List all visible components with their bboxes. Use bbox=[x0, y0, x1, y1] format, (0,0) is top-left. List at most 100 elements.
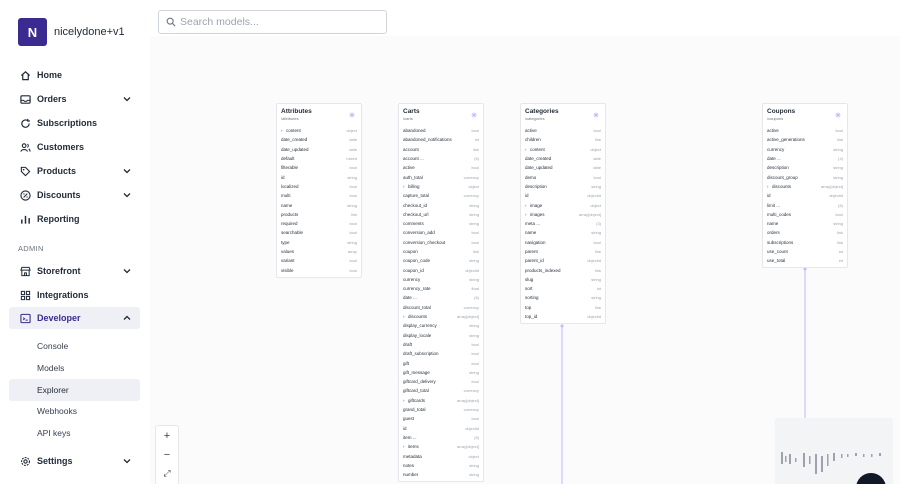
nav-orders[interactable]: Orders bbox=[9, 88, 140, 110]
field-row: multi bool bbox=[281, 191, 357, 200]
field-type: bool bbox=[349, 221, 357, 227]
field-name: name bbox=[281, 202, 293, 208]
field-name: abandoned_notifications bbox=[403, 137, 452, 143]
field-row[interactable]: › content object bbox=[281, 126, 357, 135]
field-row: account link bbox=[403, 145, 479, 154]
field-type: currency bbox=[463, 193, 479, 199]
field-name: name bbox=[767, 221, 779, 227]
model-path: /categories bbox=[525, 116, 545, 121]
subnav-api-keys[interactable]: API keys bbox=[9, 422, 140, 444]
field-type: string bbox=[469, 332, 479, 338]
subnav-console[interactable]: Console bbox=[9, 335, 140, 357]
field-row[interactable]: › giftcards array[object] bbox=[403, 396, 479, 405]
field-type: link bbox=[350, 211, 357, 217]
field-row[interactable]: › content object bbox=[525, 145, 601, 154]
field-name: coupon bbox=[403, 249, 418, 254]
field-name: date_created bbox=[525, 156, 552, 162]
field-row[interactable]: › discounts array[object] bbox=[403, 312, 479, 321]
nav-storefront[interactable]: Storefront bbox=[9, 260, 140, 282]
nav-home[interactable]: Home bbox=[9, 64, 140, 86]
home-icon bbox=[19, 69, 32, 82]
subnav-models[interactable]: Models bbox=[9, 357, 140, 379]
field-type: (6) bbox=[474, 295, 479, 301]
fit-view-button[interactable]: ⤢ bbox=[156, 464, 178, 483]
field-type: int bbox=[474, 137, 479, 143]
field-row[interactable]: › images array[object] bbox=[525, 210, 601, 219]
relations-icon[interactable] bbox=[835, 112, 841, 118]
model-explorer-canvas[interactable]: Attributes/attributes › content object date_… bbox=[150, 36, 900, 484]
relations-icon[interactable] bbox=[471, 112, 477, 118]
model-header: Carts/carts bbox=[403, 108, 479, 126]
field-row: demo bool bbox=[525, 172, 601, 181]
field-type: bool bbox=[471, 230, 479, 236]
nav-settings[interactable]: Settings bbox=[9, 450, 140, 472]
field-type: object bbox=[590, 202, 601, 208]
model-card-attributes[interactable]: Attributes/attributes › content object date_… bbox=[276, 103, 362, 278]
nav-discounts[interactable]: Discounts bbox=[9, 184, 140, 206]
field-row: currency_rate float bbox=[403, 284, 479, 293]
field-row: use_count int bbox=[767, 247, 843, 256]
field-name: discount_group bbox=[767, 174, 798, 180]
field-row: navigation bool bbox=[525, 238, 601, 247]
relations-icon[interactable] bbox=[593, 112, 599, 118]
field-name: checkout_url bbox=[403, 211, 429, 217]
nav-products[interactable]: Products bbox=[9, 160, 140, 182]
field-row: checkout_url string bbox=[403, 210, 479, 219]
field-type: bool bbox=[593, 239, 601, 245]
relations-icon[interactable] bbox=[349, 112, 355, 118]
field-name: currency bbox=[767, 146, 785, 152]
field-name: use_count bbox=[767, 249, 788, 254]
field-name: gift bbox=[403, 360, 410, 366]
field-row: comments string bbox=[403, 219, 479, 228]
field-row: top link bbox=[525, 303, 601, 312]
nav-customers[interactable]: Customers bbox=[9, 136, 140, 158]
field-row[interactable]: › billing object bbox=[403, 182, 479, 191]
field-row[interactable]: › items array[object] bbox=[403, 442, 479, 451]
search-input[interactable] bbox=[180, 16, 370, 28]
field-name: active bbox=[767, 128, 779, 134]
field-type: string bbox=[469, 276, 479, 282]
discount-icon bbox=[19, 189, 32, 202]
field-type: date bbox=[349, 146, 357, 152]
chevron-down-icon bbox=[123, 269, 131, 274]
field-row: currency string bbox=[403, 275, 479, 284]
nav-reporting[interactable]: Reporting bbox=[9, 208, 140, 230]
field-type: int bbox=[838, 258, 843, 264]
model-card-carts[interactable]: Carts/carts abandoned bool abandoned_notifi… bbox=[398, 103, 484, 483]
field-type: (5) bbox=[474, 156, 479, 162]
nav-subscriptions[interactable]: Subscriptions bbox=[9, 112, 140, 134]
field-row: coupon_code string bbox=[403, 256, 479, 265]
field-type: array[object] bbox=[456, 444, 479, 450]
subnav-explorer[interactable]: Explorer bbox=[9, 379, 140, 401]
bar-chart-icon bbox=[19, 213, 32, 226]
store-switcher[interactable]: N nicelydone+v1 bbox=[18, 18, 125, 46]
model-card-coupons[interactable]: Coupons/coupons active bool active_generati… bbox=[762, 103, 848, 269]
field-row: date_updated date bbox=[281, 145, 357, 154]
field-name: capture_total bbox=[403, 193, 430, 199]
subnav-webhooks[interactable]: Webhooks bbox=[9, 400, 140, 422]
field-type: currency bbox=[463, 407, 479, 413]
field-row: auth_total currency bbox=[403, 172, 479, 181]
nav-developer[interactable]: Developer bbox=[9, 307, 140, 329]
search-box[interactable] bbox=[158, 10, 387, 34]
zoom-in-button[interactable]: + bbox=[156, 426, 178, 445]
zoom-out-button[interactable]: − bbox=[156, 445, 178, 464]
code-terminal-icon bbox=[19, 312, 32, 325]
field-row[interactable]: › image object bbox=[525, 200, 601, 209]
model-card-categories[interactable]: Categories/categories active bool children l… bbox=[520, 103, 606, 325]
field-type: objectid bbox=[465, 267, 479, 273]
field-row: item ... (5) bbox=[403, 433, 479, 442]
field-type: string bbox=[469, 211, 479, 217]
nav-integrations[interactable]: Integrations bbox=[9, 284, 140, 306]
field-row[interactable]: › discounts array[object] bbox=[767, 182, 843, 191]
field-row: conversion_add bool bbox=[403, 228, 479, 237]
field-row: searchable bool bbox=[281, 228, 357, 237]
field-name: image bbox=[530, 202, 543, 208]
nav-home-label: Home bbox=[37, 70, 63, 80]
field-row: products_indexed link bbox=[525, 265, 601, 274]
field-row: guest bool bbox=[403, 414, 479, 423]
field-type: bool bbox=[593, 128, 601, 134]
field-name: use_total bbox=[767, 258, 786, 264]
field-name: comments bbox=[403, 221, 424, 227]
field-name: checkout_id bbox=[403, 202, 428, 208]
